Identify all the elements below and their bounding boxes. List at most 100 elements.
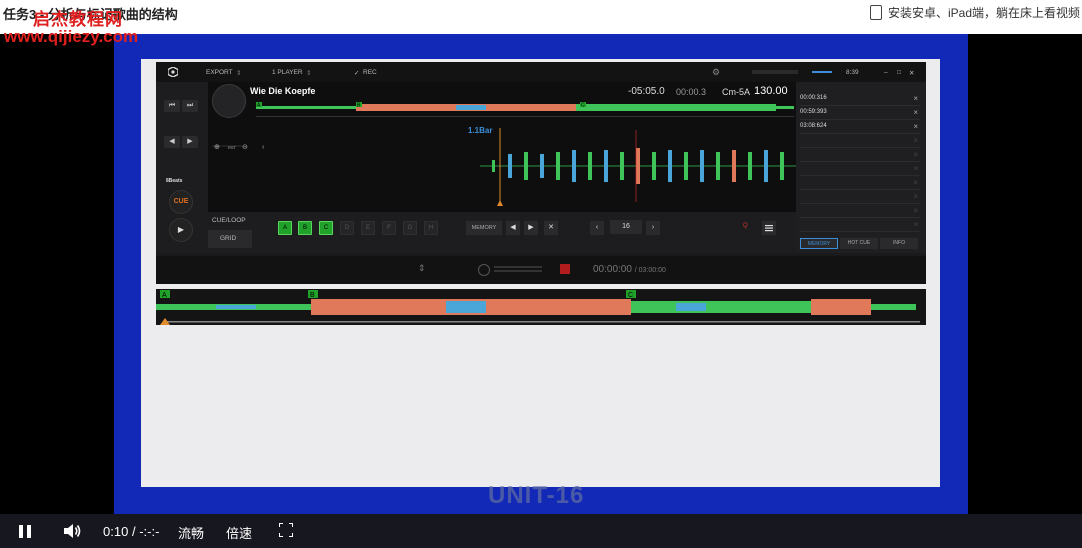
maximize-button[interactable]: □	[897, 69, 901, 76]
level-meter	[494, 266, 542, 268]
hotcue-pad-f[interactable]: F	[382, 221, 396, 235]
memory-next-button[interactable]: ▶	[524, 221, 538, 235]
record-button[interactable]	[560, 264, 570, 274]
track-artwork	[212, 84, 246, 118]
cue-point-row[interactable]: 00:00:316 ×	[800, 92, 920, 106]
track-key: Cm-5A	[722, 87, 751, 97]
minimize-button[interactable]: –	[884, 69, 888, 76]
logo-icon	[168, 67, 178, 77]
zoom-in-icon[interactable]: ⊕	[214, 144, 220, 151]
play-button[interactable]: ▶	[169, 218, 193, 242]
overview-marker-b: B	[310, 292, 315, 299]
player-mode-select[interactable]: 1 PLAYER	[272, 69, 303, 76]
delete-icon: ×	[913, 136, 918, 145]
current-time: 0:10	[103, 524, 129, 539]
track-overview-waveform[interactable]: A B C	[256, 102, 794, 112]
loop-halve-button[interactable]: ‹	[590, 221, 604, 235]
delete-icon: ×	[913, 220, 918, 229]
beat-jump-forward-button[interactable]: ▶	[182, 136, 198, 148]
total-duration: -:-:-	[139, 524, 160, 539]
full-track-overview[interactable]: A B C	[156, 289, 926, 325]
chevron-updown-icon: ⇕	[236, 70, 242, 77]
delete-icon[interactable]: ×	[913, 106, 918, 119]
beat-jump-back-button[interactable]: ◀	[164, 136, 180, 148]
tab-grid[interactable]: GRID	[208, 230, 252, 248]
unit-label: UNIT-16	[488, 482, 585, 509]
recording-current-time: 00:00:00	[593, 264, 632, 275]
chevron-updown-icon[interactable]: ⇕	[418, 263, 426, 274]
overview-marker-c: C	[628, 292, 633, 299]
overview-marker-a: A	[162, 292, 167, 299]
playback-time: 0:10 / -:-:-	[103, 524, 159, 539]
overview-marker-c: C	[581, 103, 585, 109]
zoom-out-icon[interactable]: ⊖	[242, 144, 248, 151]
video-player[interactable]: UNIT-16 EXPORT ⇕ 1 PLAYER ⇕ ✓ REC ⚙ 8:39…	[0, 34, 1082, 548]
master-level	[812, 71, 832, 73]
recording-time: 00:00:00 / 03:00:00	[593, 264, 666, 275]
gear-icon[interactable]: ⚙	[712, 67, 720, 78]
track-title: Wie Die Koepfe	[250, 86, 316, 96]
app-promo-link[interactable]: 安装安卓、iPad端，躺在床上看视频	[869, 4, 1080, 21]
cue-point-row[interactable]: 00:59:393 ×	[800, 106, 920, 120]
cue-button[interactable]: CUE	[169, 190, 193, 214]
quality-button[interactable]: 流畅	[178, 523, 204, 542]
hotcue-pad-h[interactable]: H	[424, 221, 438, 235]
playhead-marker	[497, 200, 503, 206]
time-elapsed: 00:00.3	[676, 87, 707, 97]
deck-controls-row: CUE/LOOP GRID A B C D E F G H MEMORY ◀ ▶…	[208, 212, 796, 253]
cue-point-row[interactable]: 03:08:624 ×	[800, 120, 920, 134]
level-meter	[494, 270, 542, 272]
beat-jump-size[interactable]: 8Beats	[166, 178, 182, 184]
menu-icon[interactable]	[762, 221, 776, 235]
app-promo-text: 安装安卓、iPad端，躺在床上看视频	[887, 6, 1080, 20]
cue-point-time: 00:00:316	[800, 95, 827, 101]
hotcue-pad-c[interactable]: C	[319, 221, 333, 235]
quantize-icon[interactable]: Q	[743, 223, 748, 229]
zoomed-waveform[interactable]: ⊕ RST ⊖ ‹	[212, 124, 796, 206]
tab-cue-loop[interactable]: CUE/LOOP	[208, 214, 256, 228]
cue-empty-row: ×	[800, 148, 920, 162]
track-bpm: 130.00	[754, 85, 788, 97]
speed-button[interactable]: 倍速	[226, 523, 252, 542]
tab-hot-cue[interactable]: HOT CUE	[840, 238, 878, 249]
delete-icon[interactable]: ×	[913, 120, 918, 133]
fullscreen-icon[interactable]	[279, 523, 293, 537]
delete-icon: ×	[913, 206, 918, 215]
loop-double-button[interactable]: ›	[646, 221, 660, 235]
memory-delete-icon[interactable]: ✕	[544, 221, 558, 235]
memory-prev-button[interactable]: ◀	[506, 221, 520, 235]
clock: 8:39	[846, 69, 859, 76]
delete-icon[interactable]: ×	[913, 92, 918, 105]
hotcue-pad-g[interactable]: G	[403, 221, 417, 235]
rec-checkbox[interactable]: ✓	[354, 69, 359, 77]
tab-info[interactable]: INFO	[880, 238, 918, 249]
rec-label: REC	[363, 69, 377, 76]
collapse-icon[interactable]: ‹	[262, 144, 265, 151]
export-menu[interactable]: EXPORT	[206, 69, 233, 76]
memory-button[interactable]: MEMORY	[466, 221, 502, 235]
next-track-button[interactable]: ⏭	[182, 100, 198, 112]
watermark-url: www.qijiezy.com	[4, 27, 139, 46]
zoom-reset-button[interactable]: RST	[228, 145, 237, 150]
pause-icon[interactable]	[19, 525, 31, 538]
recording-total-time: / 03:00:00	[634, 267, 666, 274]
dj-topbar: EXPORT ⇕ 1 PLAYER ⇕ ✓ REC ⚙ 8:39 – □ ✕	[156, 62, 926, 82]
hotcue-pad-b[interactable]: B	[298, 221, 312, 235]
cue-empty-row: ×	[800, 190, 920, 204]
hotcue-pad-e[interactable]: E	[361, 221, 375, 235]
tab-memory[interactable]: MEMORY	[800, 238, 838, 249]
hotcue-pad-d[interactable]: D	[340, 221, 354, 235]
cue-point-time: 00:59:393	[800, 109, 827, 115]
close-button[interactable]: ✕	[909, 69, 914, 77]
bar-position-label: 1.1Bar	[468, 126, 493, 135]
volume-icon[interactable]	[64, 523, 82, 539]
prev-track-button[interactable]: ⏮	[164, 100, 180, 112]
knob-icon[interactable]	[478, 264, 490, 276]
tablet-icon	[869, 5, 882, 20]
cue-point-time: 03:08:624	[800, 123, 827, 129]
cue-empty-row: ×	[800, 204, 920, 218]
time-remaining: -05:05.0	[628, 86, 665, 97]
hotcue-pad-a[interactable]: A	[278, 221, 292, 235]
cue-empty-row: ×	[800, 162, 920, 176]
page-header: 任务3 - 分析与标记歌曲的结构 启杰教程网 安装安卓、iPad端，躺在床上看视…	[0, 0, 1082, 34]
